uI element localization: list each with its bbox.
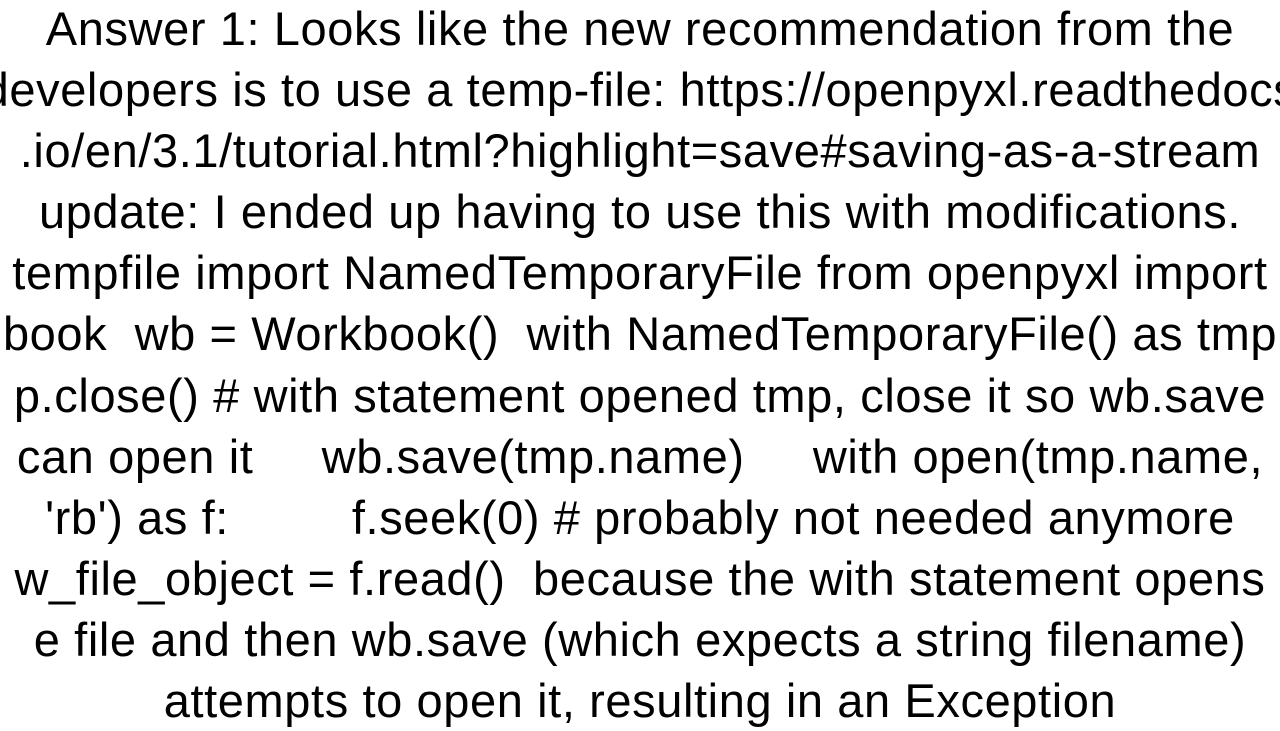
answer-text-block: Answer 1: Looks like the new recommendat… bbox=[0, 0, 1280, 731]
